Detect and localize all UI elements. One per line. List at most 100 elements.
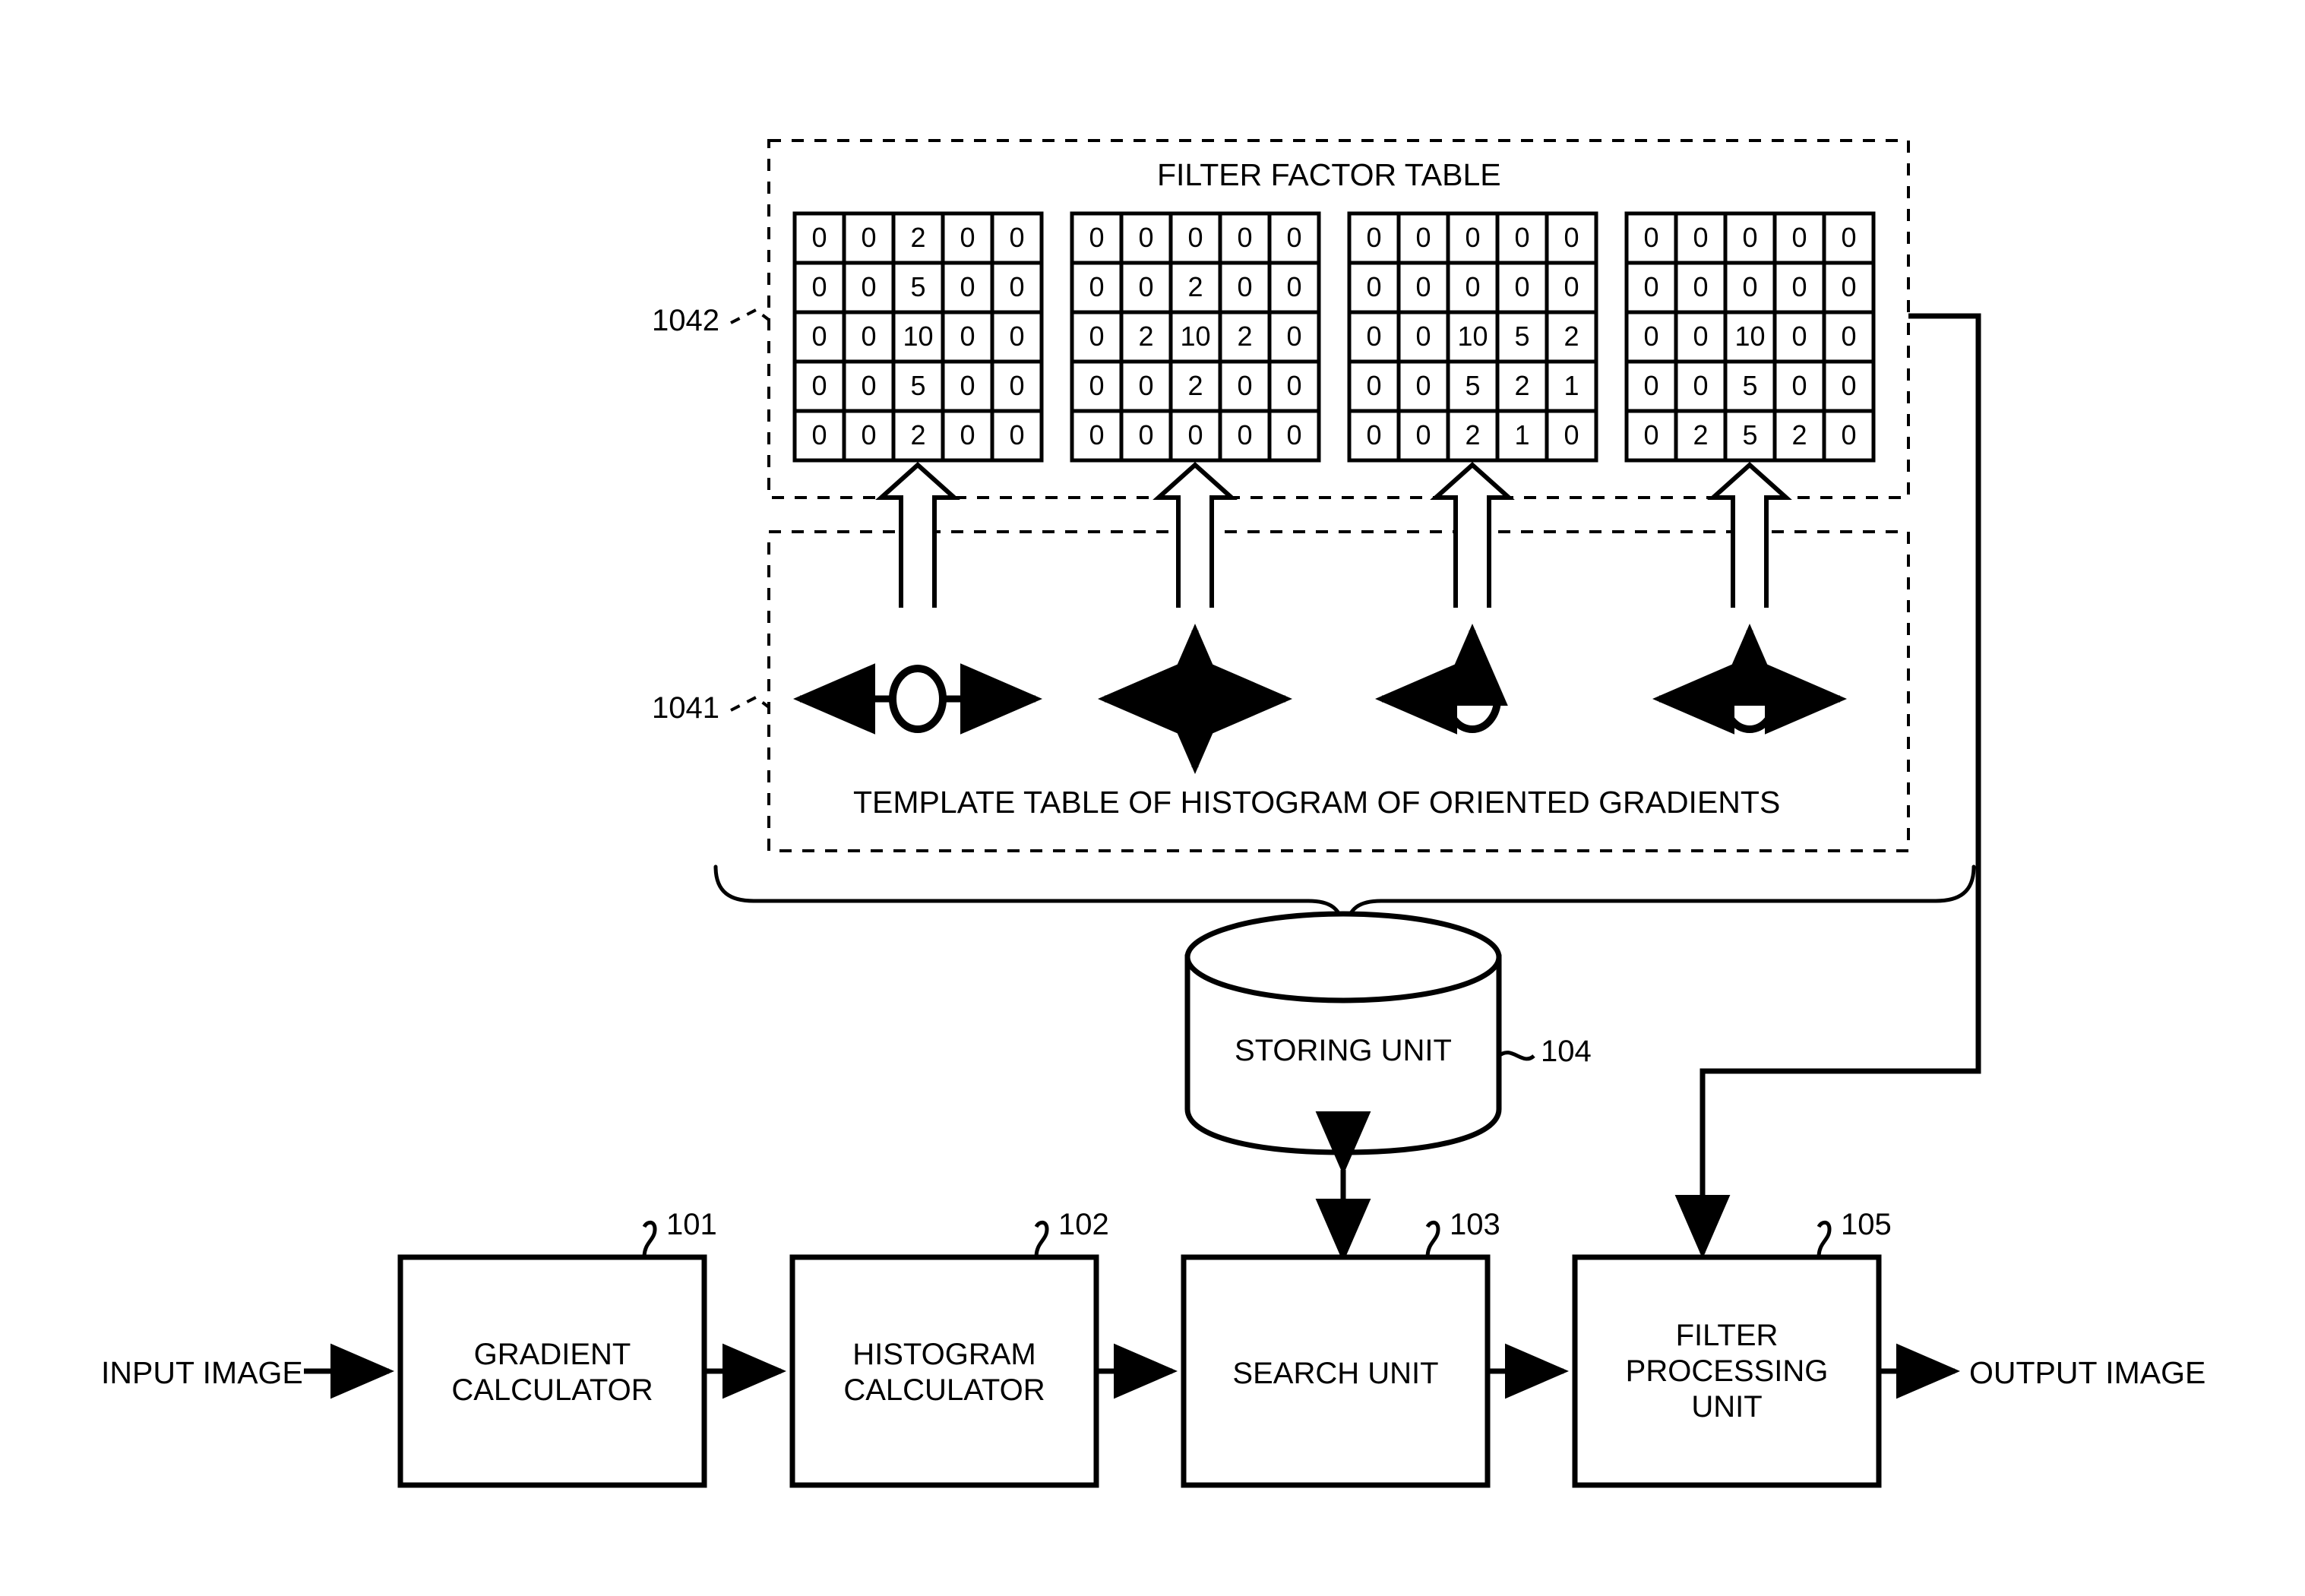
matrix-cell: 0 xyxy=(1366,370,1382,401)
matrix-cell: 2 xyxy=(910,222,926,253)
ref-leader-101 xyxy=(642,1220,657,1258)
matrix-cell: 0 xyxy=(1564,222,1579,253)
matrix-cell: 5 xyxy=(910,271,926,302)
matrix-cell: 0 xyxy=(1187,222,1203,253)
matrix-cell: 0 xyxy=(1643,321,1659,352)
matrix-cell: 0 xyxy=(1286,370,1302,401)
matrix-cell: 0 xyxy=(1742,271,1758,302)
matrix-cell: 0 xyxy=(1009,222,1025,253)
matrix-cell: 10 xyxy=(1457,321,1488,352)
matrix-cell: 2 xyxy=(1564,321,1579,352)
matrix-cell: 0 xyxy=(1366,419,1382,450)
ref-label-104: 104 xyxy=(1541,1035,1592,1068)
matrix-cell: 2 xyxy=(1187,271,1203,302)
matrix-cell: 0 xyxy=(1237,370,1253,401)
matrix-cell: 0 xyxy=(861,370,877,401)
filter-processing-unit-label: FILTER PROCESSING UNIT xyxy=(1583,1318,1871,1426)
matrix-cell: 0 xyxy=(1841,419,1857,450)
matrix-cell: 1 xyxy=(1564,370,1579,401)
block-arrow-3 xyxy=(1430,461,1515,608)
matrix-cell: 0 xyxy=(1643,271,1659,302)
matrix-cell: 0 xyxy=(1791,321,1807,352)
block-label-line: SEARCH UNIT xyxy=(1232,1357,1439,1390)
matrix-cell: 0 xyxy=(1643,370,1659,401)
matrix-cell: 0 xyxy=(1643,419,1659,450)
matrix-cell: 2 xyxy=(1465,419,1481,450)
matrix-cell: 0 xyxy=(1791,370,1807,401)
matrix-cell: 0 xyxy=(1415,419,1431,450)
output-image-label: OUTPUT IMAGE xyxy=(1969,1355,2206,1390)
matrix-cell: 0 xyxy=(1138,222,1154,253)
matrix-cell: 2 xyxy=(1514,370,1530,401)
ref-label-102: 102 xyxy=(1058,1208,1109,1241)
ref-leader-104 xyxy=(1497,1051,1535,1061)
matrix-cell: 5 xyxy=(1514,321,1530,352)
figure-canvas: FILTER FACTOR TABLE TEMPLATE TABLE OF HI… xyxy=(0,0,2305,1596)
search-unit-label: SEARCH UNIT xyxy=(1191,1356,1480,1392)
matrix-cell: 0 xyxy=(1366,222,1382,253)
matrix-cell: 0 xyxy=(1643,222,1659,253)
ref-leader-103 xyxy=(1425,1220,1440,1258)
matrix-cell: 0 xyxy=(1089,321,1105,352)
matrix-cell: 0 xyxy=(1009,370,1025,401)
matrix-cell: 2 xyxy=(1138,321,1154,352)
ref-leader-1041 xyxy=(730,695,770,712)
block-label-line: UNIT xyxy=(1691,1390,1763,1424)
ref-leader-105 xyxy=(1816,1220,1832,1258)
matrix-cell: 0 xyxy=(1009,419,1025,450)
gradient-symbol-tee-up xyxy=(1652,624,1847,735)
matrix-cell: 0 xyxy=(1138,271,1154,302)
matrix-cell: 5 xyxy=(910,370,926,401)
matrix-cell: 0 xyxy=(1286,222,1302,253)
matrix-cell: 0 xyxy=(861,222,877,253)
matrix-cell: 0 xyxy=(1237,419,1253,450)
block-label-line: GRADIENT xyxy=(473,1338,631,1371)
matrix-cell: 0 xyxy=(1841,222,1857,253)
matrix-cell: 1 xyxy=(1514,419,1530,450)
matrix-cell: 0 xyxy=(1237,222,1253,253)
matrix-cell: 2 xyxy=(1187,370,1203,401)
matrix-cell: 0 xyxy=(1514,271,1530,302)
matrix-cell: 0 xyxy=(811,271,827,302)
filter-factor-table-title: FILTER FACTOR TABLE xyxy=(1157,157,1501,192)
ref-label-1042: 1042 xyxy=(652,304,719,337)
matrix-cell: 0 xyxy=(1415,321,1431,352)
matrix-cell: 0 xyxy=(1009,321,1025,352)
matrix-cell: 0 xyxy=(1693,271,1709,302)
storing-unit-label: STORING UNIT xyxy=(1235,1034,1452,1067)
gradient-calculator-label: GRADIENT CALCULATOR xyxy=(408,1337,697,1408)
matrix-cell: 0 xyxy=(1138,370,1154,401)
matrix-cell: 0 xyxy=(1742,222,1758,253)
matrix-cell: 0 xyxy=(1286,419,1302,450)
matrix-cell: 0 xyxy=(1089,419,1105,450)
block-label-line: FILTER xyxy=(1675,1319,1779,1352)
ref-label-105: 105 xyxy=(1841,1208,1892,1241)
matrix-cell: 0 xyxy=(811,222,827,253)
matrix-cell: 5 xyxy=(1742,419,1758,450)
matrix-cell: 10 xyxy=(903,321,934,352)
matrix-cell: 0 xyxy=(960,370,975,401)
ref-leader-1042 xyxy=(730,308,770,324)
matrix-cell: 0 xyxy=(1366,321,1382,352)
matrix-cell: 0 xyxy=(1415,271,1431,302)
matrix-cell: 10 xyxy=(1180,321,1211,352)
hog-template-table-title: TEMPLATE TABLE OF HISTOGRAM OF ORIENTED … xyxy=(853,785,1781,820)
matrix-cell: 0 xyxy=(1286,271,1302,302)
matrix-cell: 0 xyxy=(1791,271,1807,302)
matrix-cell: 0 xyxy=(1415,222,1431,253)
block-arrow-4 xyxy=(1707,461,1792,608)
matrix-cell: 0 xyxy=(1009,271,1025,302)
matrix-cell: 0 xyxy=(1366,271,1382,302)
matrix-cell: 0 xyxy=(811,321,827,352)
matrix-cell: 0 xyxy=(1465,222,1481,253)
matrix-cell: 0 xyxy=(861,271,877,302)
matrix-cell: 0 xyxy=(960,321,975,352)
matrix-cell: 0 xyxy=(960,222,975,253)
matrix-cell: 0 xyxy=(1138,419,1154,450)
matrix-cell: 0 xyxy=(1286,321,1302,352)
matrix-cell: 0 xyxy=(1089,222,1105,253)
gradient-symbol-corner-up-left xyxy=(1375,624,1508,735)
matrix-cell: 0 xyxy=(1089,370,1105,401)
matrix-cell: 0 xyxy=(1693,370,1709,401)
matrix-cell: 0 xyxy=(1564,419,1579,450)
